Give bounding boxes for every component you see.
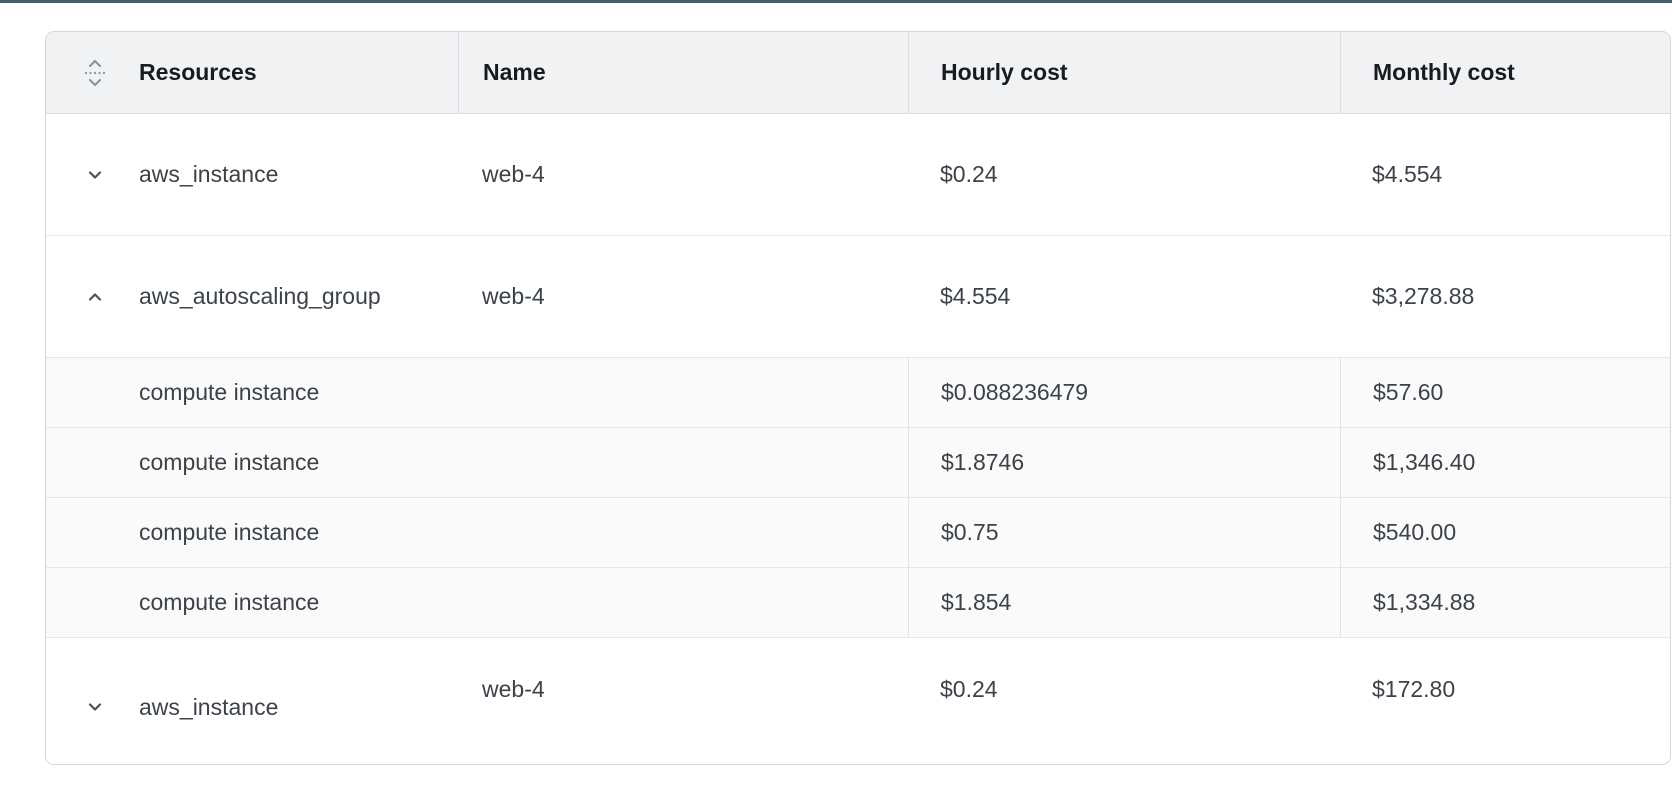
sub-resource-cell: compute instance <box>46 358 458 427</box>
name-value: web-4 <box>482 161 545 188</box>
header-cell-resources: Resources <box>46 32 458 113</box>
name-cell: web-4 <box>458 638 908 764</box>
sub-name-cell <box>458 498 908 567</box>
sub-resource-name: compute instance <box>139 519 319 546</box>
hourly-cost-value: $0.24 <box>940 161 998 188</box>
resource-name: aws_autoscaling_group <box>139 283 381 310</box>
sub-resource-row: compute instance $0.75 $540.00 <box>46 498 1670 568</box>
hourly-cost-cell: $0.24 <box>908 638 1340 764</box>
sub-resource-name: compute instance <box>139 379 319 406</box>
sub-monthly-cost-value: $540.00 <box>1373 519 1456 546</box>
hourly-cost-cell: $4.554 <box>908 236 1340 357</box>
resource-cell: aws_instance <box>46 638 458 764</box>
sub-hourly-cost-value: $0.75 <box>941 519 999 546</box>
resource-cell: aws_instance <box>46 114 458 235</box>
table-row[interactable]: aws_autoscaling_group web-4 $4.554 $3,27… <box>46 236 1670 358</box>
drag-handle-icon[interactable] <box>84 58 106 88</box>
sub-monthly-cost-cell: $540.00 <box>1340 498 1670 567</box>
table-body: aws_instance web-4 $0.24 $4.554 aws_auto… <box>46 114 1670 764</box>
chevron-up-icon[interactable] <box>84 282 106 312</box>
sub-name-cell <box>458 428 908 497</box>
monthly-cost-cell: $3,278.88 <box>1340 236 1670 357</box>
resource-name: aws_instance <box>139 161 278 188</box>
column-label-name: Name <box>483 59 546 86</box>
sub-hourly-cost-cell: $0.75 <box>908 498 1340 567</box>
sub-hourly-cost-cell: $1.8746 <box>908 428 1340 497</box>
sub-name-cell <box>458 568 908 637</box>
sub-hourly-cost-value: $0.088236479 <box>941 379 1088 406</box>
monthly-cost-cell: $4.554 <box>1340 114 1670 235</box>
sub-monthly-cost-cell: $1,334.88 <box>1340 568 1670 637</box>
sub-resource-row: compute instance $0.088236479 $57.60 <box>46 358 1670 428</box>
sub-resource-cell: compute instance <box>46 428 458 497</box>
name-value: web-4 <box>482 676 545 703</box>
sub-monthly-cost-value: $1,346.40 <box>1373 449 1475 476</box>
chevron-down-icon[interactable] <box>84 692 106 722</box>
top-accent-bar <box>0 0 1672 3</box>
sub-hourly-cost-value: $1.8746 <box>941 449 1024 476</box>
hourly-cost-cell: $0.24 <box>908 114 1340 235</box>
column-label-resources: Resources <box>139 59 257 86</box>
hourly-cost-value: $4.554 <box>940 283 1010 310</box>
monthly-cost-value: $4.554 <box>1372 161 1442 188</box>
sub-hourly-cost-cell: $0.088236479 <box>908 358 1340 427</box>
sub-hourly-cost-cell: $1.854 <box>908 568 1340 637</box>
header-cell-hourly-cost: Hourly cost <box>908 32 1340 113</box>
name-cell: web-4 <box>458 114 908 235</box>
chevron-down-icon[interactable] <box>84 160 106 190</box>
name-value: web-4 <box>482 283 545 310</box>
sub-resource-row: compute instance $1.854 $1,334.88 <box>46 568 1670 638</box>
resource-cell: aws_autoscaling_group <box>46 236 458 357</box>
cost-breakdown-table: Resources Name Hourly cost Monthly cost … <box>45 31 1671 765</box>
name-cell: web-4 <box>458 236 908 357</box>
sub-monthly-cost-cell: $57.60 <box>1340 358 1670 427</box>
sub-monthly-cost-value: $57.60 <box>1373 379 1443 406</box>
table-row[interactable]: aws_instance web-4 $0.24 $172.80 <box>46 638 1670 764</box>
sub-hourly-cost-value: $1.854 <box>941 589 1011 616</box>
monthly-cost-value: $3,278.88 <box>1372 283 1474 310</box>
column-label-monthly-cost: Monthly cost <box>1373 59 1515 86</box>
sub-monthly-cost-value: $1,334.88 <box>1373 589 1475 616</box>
table-header-row: Resources Name Hourly cost Monthly cost <box>46 32 1670 114</box>
monthly-cost-cell: $172.80 <box>1340 638 1670 764</box>
sub-resource-name: compute instance <box>139 589 319 616</box>
sub-resource-row: compute instance $1.8746 $1,346.40 <box>46 428 1670 498</box>
sub-resource-name: compute instance <box>139 449 319 476</box>
resource-name: aws_instance <box>139 694 278 721</box>
sub-resource-cell: compute instance <box>46 568 458 637</box>
hourly-cost-value: $0.24 <box>940 676 998 703</box>
header-cell-name: Name <box>458 32 908 113</box>
sub-resource-cell: compute instance <box>46 498 458 567</box>
monthly-cost-value: $172.80 <box>1372 676 1455 703</box>
header-cell-monthly-cost: Monthly cost <box>1340 32 1670 113</box>
column-label-hourly-cost: Hourly cost <box>941 59 1068 86</box>
sub-monthly-cost-cell: $1,346.40 <box>1340 428 1670 497</box>
table-row[interactable]: aws_instance web-4 $0.24 $4.554 <box>46 114 1670 236</box>
sub-name-cell <box>458 358 908 427</box>
